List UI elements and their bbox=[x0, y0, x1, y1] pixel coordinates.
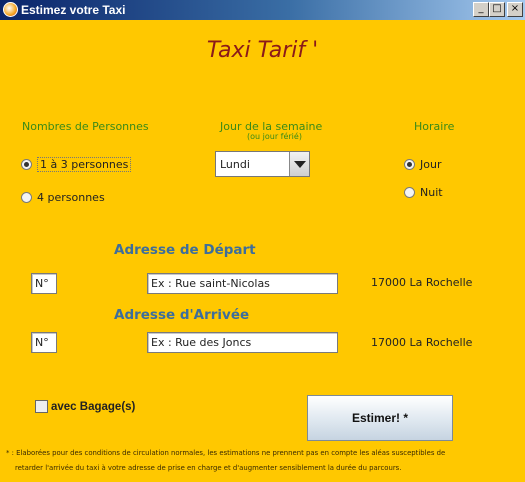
page-title: Taxi Tarif ' bbox=[206, 38, 319, 63]
persons-option-label: 4 personnes bbox=[37, 191, 105, 204]
departure-city: 17000 La Rochelle bbox=[371, 276, 473, 289]
persons-option-1-3[interactable]: 1 à 3 personnes bbox=[21, 157, 132, 172]
radio-selected-icon bbox=[404, 159, 415, 170]
schedule-option-nuit[interactable]: Nuit bbox=[404, 186, 443, 199]
arrival-street-input[interactable]: Ex : Rue des Joncs bbox=[147, 332, 338, 353]
minimize-button[interactable]: _ bbox=[473, 2, 489, 17]
persons-label: Nombres de Personnes bbox=[22, 120, 149, 133]
arrival-title: Adresse d'Arrivée bbox=[114, 307, 250, 323]
schedule-option-jour[interactable]: Jour bbox=[404, 158, 441, 171]
radio-selected-icon bbox=[21, 159, 32, 170]
departure-street-input[interactable]: Ex : Rue saint-Nicolas bbox=[147, 273, 338, 294]
departure-title: Adresse de Départ bbox=[114, 242, 256, 258]
persons-option-label: 1 à 3 personnes bbox=[37, 157, 132, 172]
chevron-down-icon[interactable] bbox=[289, 152, 309, 176]
day-sublabel: (ou jour férié) bbox=[247, 132, 302, 141]
schedule-option-label: Nuit bbox=[420, 186, 443, 199]
day-select-value: Lundi bbox=[220, 157, 250, 171]
arrival-city: 17000 La Rochelle bbox=[371, 336, 473, 349]
window-titlebar: Estimez votre Taxi _ □ × bbox=[0, 0, 525, 20]
checkbox-icon bbox=[35, 400, 48, 413]
close-button[interactable]: × bbox=[507, 2, 523, 17]
footnote-line-1: * : Elaborées pour des conditions de cir… bbox=[6, 449, 446, 457]
radio-unselected-icon bbox=[21, 192, 32, 203]
schedule-label: Horaire bbox=[414, 120, 455, 133]
day-select[interactable]: Lundi bbox=[215, 151, 310, 177]
estimate-button[interactable]: Estimer! * bbox=[307, 395, 453, 441]
footnote-line-2: retarder l'arrivée du taxi à votre adres… bbox=[15, 464, 402, 472]
maximize-button[interactable]: □ bbox=[489, 2, 505, 17]
luggage-checkbox[interactable]: avec Bagage(s) bbox=[35, 400, 135, 413]
taxi-app-icon bbox=[3, 2, 18, 17]
minimize-icon: _ bbox=[478, 3, 484, 14]
schedule-option-label: Jour bbox=[420, 158, 442, 171]
maximize-icon: □ bbox=[492, 3, 502, 14]
radio-unselected-icon bbox=[404, 187, 415, 198]
departure-number-input[interactable]: N° bbox=[31, 273, 57, 294]
window-title: Estimez votre Taxi bbox=[21, 3, 126, 17]
close-icon: × bbox=[510, 3, 520, 14]
persons-option-4[interactable]: 4 personnes bbox=[21, 191, 105, 204]
luggage-label: avec Bagage(s) bbox=[51, 400, 136, 413]
arrival-number-input[interactable]: N° bbox=[31, 332, 57, 353]
